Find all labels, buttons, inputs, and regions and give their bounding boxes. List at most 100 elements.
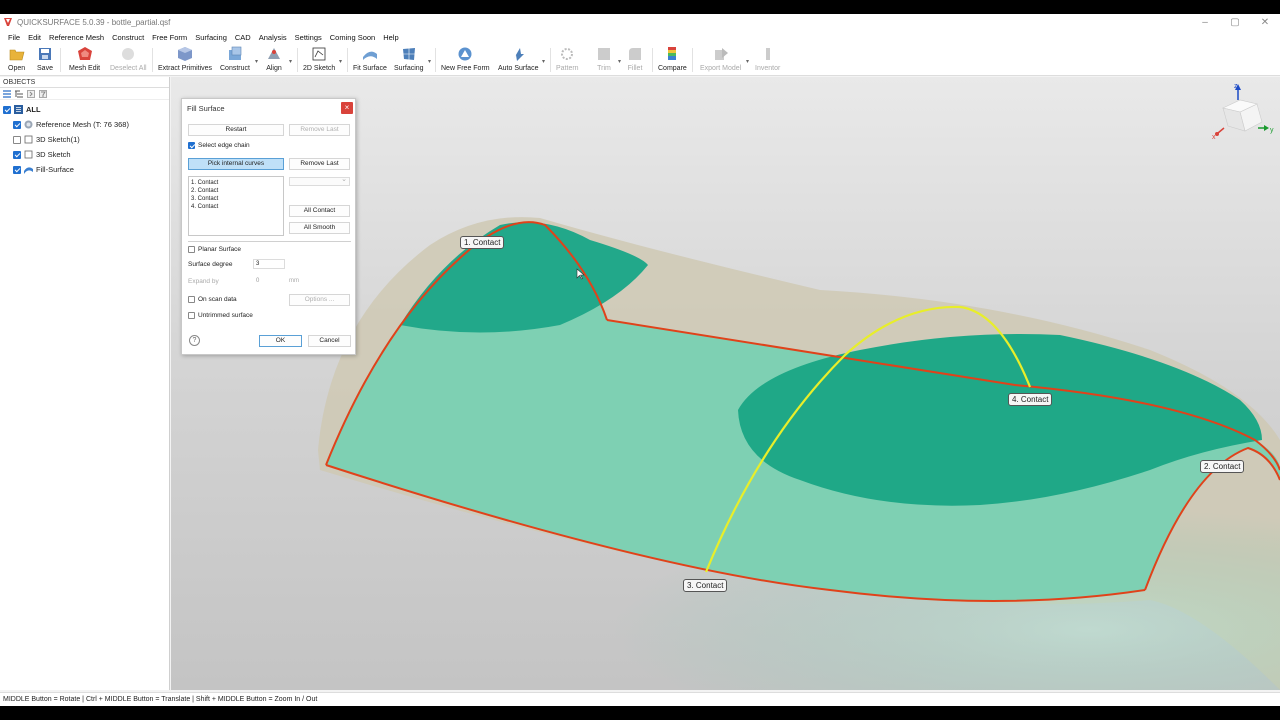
new-free-form-label: New Free Form <box>441 65 490 72</box>
construct-button[interactable]: Construct <box>220 46 250 72</box>
inventor-button[interactable]: Inventor <box>755 46 780 72</box>
pick-internal-curves-button[interactable]: Pick internal curves <box>188 158 284 170</box>
list-icon <box>14 105 23 114</box>
save-icon <box>39 48 51 60</box>
contact-tag-3[interactable]: 3. Contact <box>683 579 728 592</box>
axis-z-label: z <box>1234 83 1238 90</box>
fit-surface-icon <box>362 51 377 60</box>
tree-item-3d-sketch[interactable]: 3D Sketch <box>0 147 169 162</box>
menu-surfacing[interactable]: Surfacing <box>191 33 231 42</box>
list-item[interactable]: 2. Contact <box>191 187 281 195</box>
all-smooth-button[interactable]: All Smooth <box>289 222 350 234</box>
contact-tag-1[interactable]: 1. Contact <box>460 236 505 249</box>
fillet-button[interactable]: Fillet <box>627 46 643 72</box>
restart-button[interactable]: Restart <box>188 124 284 136</box>
tree-item-checkbox[interactable] <box>13 120 21 129</box>
dialog-close-button[interactable]: × <box>341 102 353 114</box>
menu-help[interactable]: Help <box>379 33 402 42</box>
extract-primitives-icon <box>178 47 193 61</box>
list-view-icon[interactable] <box>3 89 11 98</box>
tree-item-fill-surface[interactable]: Fill-Surface <box>0 162 169 177</box>
close-window-button[interactable]: ✕ <box>1250 14 1280 30</box>
tree-view-icon[interactable] <box>15 90 23 98</box>
extract-primitives-button[interactable]: Extract Primitives <box>158 46 212 72</box>
sketch-2d-icon <box>312 47 326 61</box>
tree-item-label: 3D Sketch(1) <box>36 135 80 144</box>
surface-degree-label: Surface degree <box>188 261 233 268</box>
remove-last-button[interactable]: Remove Last <box>289 158 350 170</box>
expand-by-field[interactable]: 0 <box>253 276 285 286</box>
contact-tag-4[interactable]: 4. Contact <box>1008 393 1053 406</box>
fit-surface-button[interactable]: Fit Surface <box>353 46 387 72</box>
inventor-icon <box>765 48 770 60</box>
checkbox-box[interactable] <box>188 312 195 319</box>
on-scan-data-checkbox[interactable]: On scan data <box>188 296 237 303</box>
menu-free-form[interactable]: Free Form <box>148 33 191 42</box>
tree-item-checkbox[interactable] <box>13 135 21 144</box>
select-edge-chain-checkbox[interactable]: Select edge chain <box>188 142 250 149</box>
menu-settings[interactable]: Settings <box>291 33 326 42</box>
sketch-2d-button[interactable]: 2D Sketch <box>303 46 335 72</box>
save-button[interactable]: Save <box>37 46 53 72</box>
list-item[interactable]: 4. Contact <box>191 203 281 211</box>
pattern-button[interactable]: Pattern <box>556 46 579 72</box>
continuity-select[interactable] <box>289 175 350 186</box>
list-item[interactable]: 3. Contact <box>191 195 281 203</box>
compare-button[interactable]: Compare <box>658 46 687 72</box>
mesh-edit-button[interactable]: Mesh Edit <box>69 46 100 72</box>
menu-analysis[interactable]: Analysis <box>255 33 291 42</box>
list-item[interactable]: 1. Contact <box>191 179 281 187</box>
sketch-3d-icon <box>24 150 33 159</box>
menu-construct[interactable]: Construct <box>108 33 148 42</box>
open-button[interactable]: Open <box>8 46 25 72</box>
checkbox-box[interactable] <box>188 246 195 253</box>
menu-reference-mesh[interactable]: Reference Mesh <box>45 33 108 42</box>
new-free-form-button[interactable]: New Free Form <box>441 46 490 72</box>
checkbox-box[interactable] <box>188 142 195 149</box>
menu-cad[interactable]: CAD <box>231 33 255 42</box>
options-button[interactable]: Options ... <box>289 294 350 306</box>
letterbox-top <box>0 0 1280 14</box>
ok-button[interactable]: OK <box>259 335 302 347</box>
maximize-button[interactable]: ▢ <box>1220 14 1250 30</box>
untrimmed-surface-checkbox[interactable]: Untrimmed surface <box>188 312 253 319</box>
export-model-button[interactable]: Export Model <box>700 46 741 72</box>
planar-surface-checkbox[interactable]: Planar Surface <box>188 246 241 253</box>
dialog-title: Fill Surface <box>187 104 225 113</box>
menu-file[interactable]: File <box>4 33 24 42</box>
construct-icon <box>228 46 242 60</box>
sketch-2d-label: 2D Sketch <box>303 65 336 72</box>
checkbox-box[interactable] <box>188 296 195 303</box>
tree-item-checkbox[interactable] <box>3 105 11 114</box>
orientation-cube[interactable] <box>1215 84 1269 136</box>
expand-unit: mm <box>289 278 299 284</box>
tree-item-checkbox[interactable] <box>13 165 21 174</box>
tree-item-label: Reference Mesh (T: 76 368) <box>36 120 129 129</box>
curves-list[interactable]: 1. Contact 2. Contact 3. Contact 4. Cont… <box>188 176 284 236</box>
letterbox-bottom <box>0 706 1280 720</box>
tree-item-3d-sketch-1[interactable]: 3D Sketch(1) <box>0 132 169 147</box>
all-contact-button[interactable]: All Contact <box>289 205 350 217</box>
remove-last-top-button[interactable]: Remove Last <box>289 124 350 136</box>
tree-item-reference-mesh[interactable]: Reference Mesh (T: 76 368) <box>0 117 169 132</box>
minimize-button[interactable]: – <box>1190 14 1220 30</box>
extract-primitives-label: Extract Primitives <box>158 65 213 72</box>
tree-item-checkbox[interactable] <box>13 150 21 159</box>
filter-icon[interactable] <box>39 89 47 98</box>
auto-surface-button[interactable]: Auto Surface <box>498 46 538 72</box>
trim-button[interactable]: Trim <box>596 46 612 72</box>
contact-tag-2[interactable]: 2. Contact <box>1200 460 1245 473</box>
deselect-all-button[interactable]: Deselect All <box>110 46 147 72</box>
surface-degree-field[interactable]: 3 <box>253 259 285 269</box>
cancel-button[interactable]: Cancel <box>308 335 351 347</box>
align-icon <box>268 48 280 59</box>
expand-icon[interactable] <box>27 89 35 98</box>
menu-coming-soon[interactable]: Coming Soon <box>326 33 379 42</box>
export-model-label: Export Model <box>700 65 742 72</box>
tree-item-all[interactable]: ALL <box>0 102 169 117</box>
menu-edit[interactable]: Edit <box>24 33 45 42</box>
help-icon[interactable]: ? <box>189 335 200 346</box>
surfacing-button[interactable]: Surfacing <box>394 46 424 72</box>
surface-icon <box>24 167 33 174</box>
align-button[interactable]: Align <box>266 46 282 72</box>
